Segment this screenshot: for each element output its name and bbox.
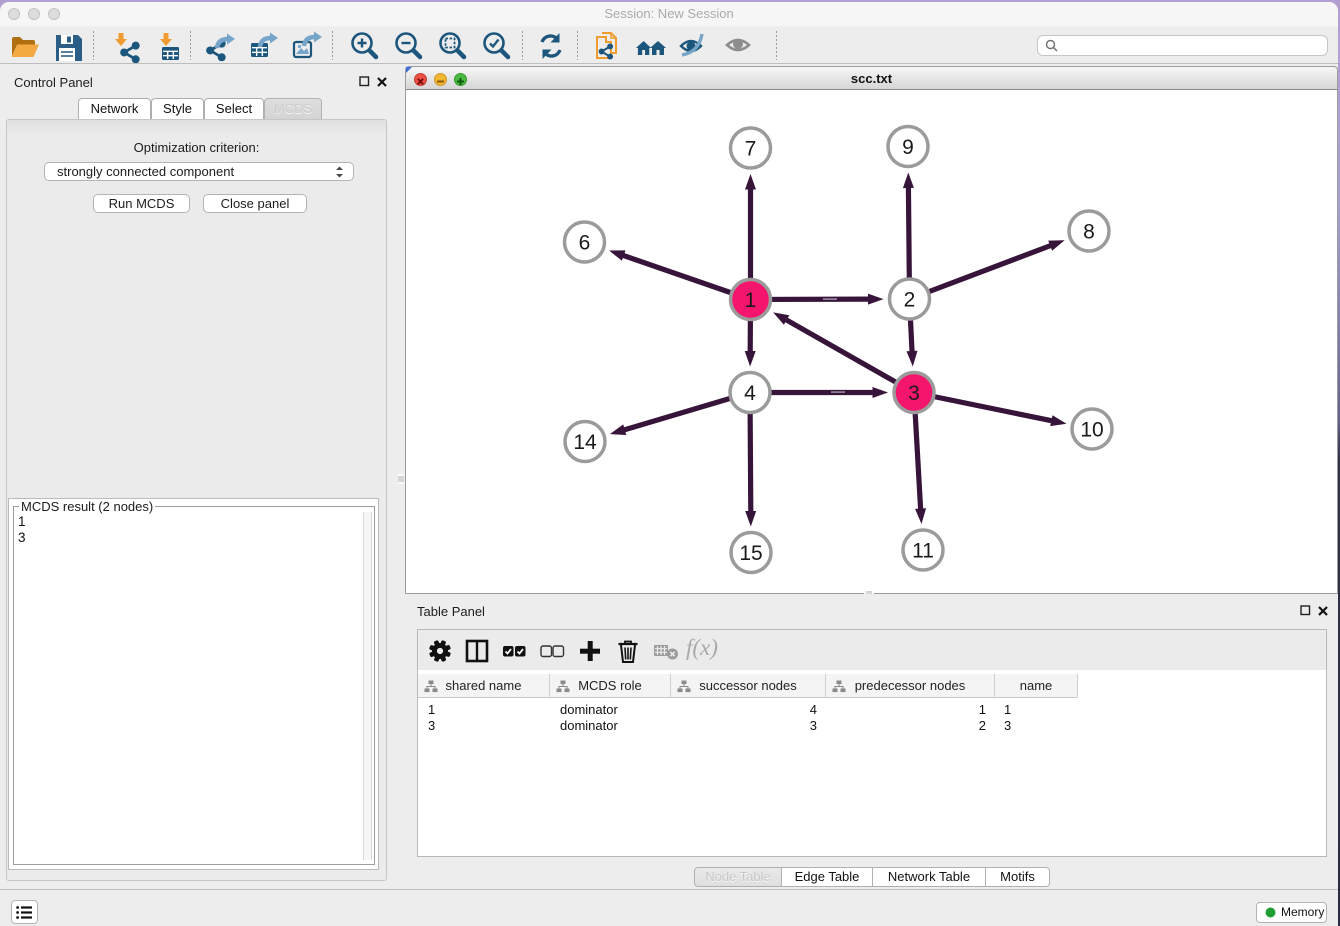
svg-text:11: 11 xyxy=(912,540,934,563)
svg-text:14: 14 xyxy=(573,431,597,454)
svg-text:10: 10 xyxy=(1080,419,1103,442)
svg-text:1: 1 xyxy=(745,289,757,312)
svg-text:7: 7 xyxy=(745,138,757,161)
svg-text:3: 3 xyxy=(908,382,920,405)
svg-text:9: 9 xyxy=(902,136,914,159)
svg-text:4: 4 xyxy=(744,382,756,405)
svg-text:6: 6 xyxy=(579,232,591,255)
svg-text:8: 8 xyxy=(1083,221,1095,244)
svg-text:2: 2 xyxy=(904,289,916,312)
svg-text:15: 15 xyxy=(739,542,762,565)
